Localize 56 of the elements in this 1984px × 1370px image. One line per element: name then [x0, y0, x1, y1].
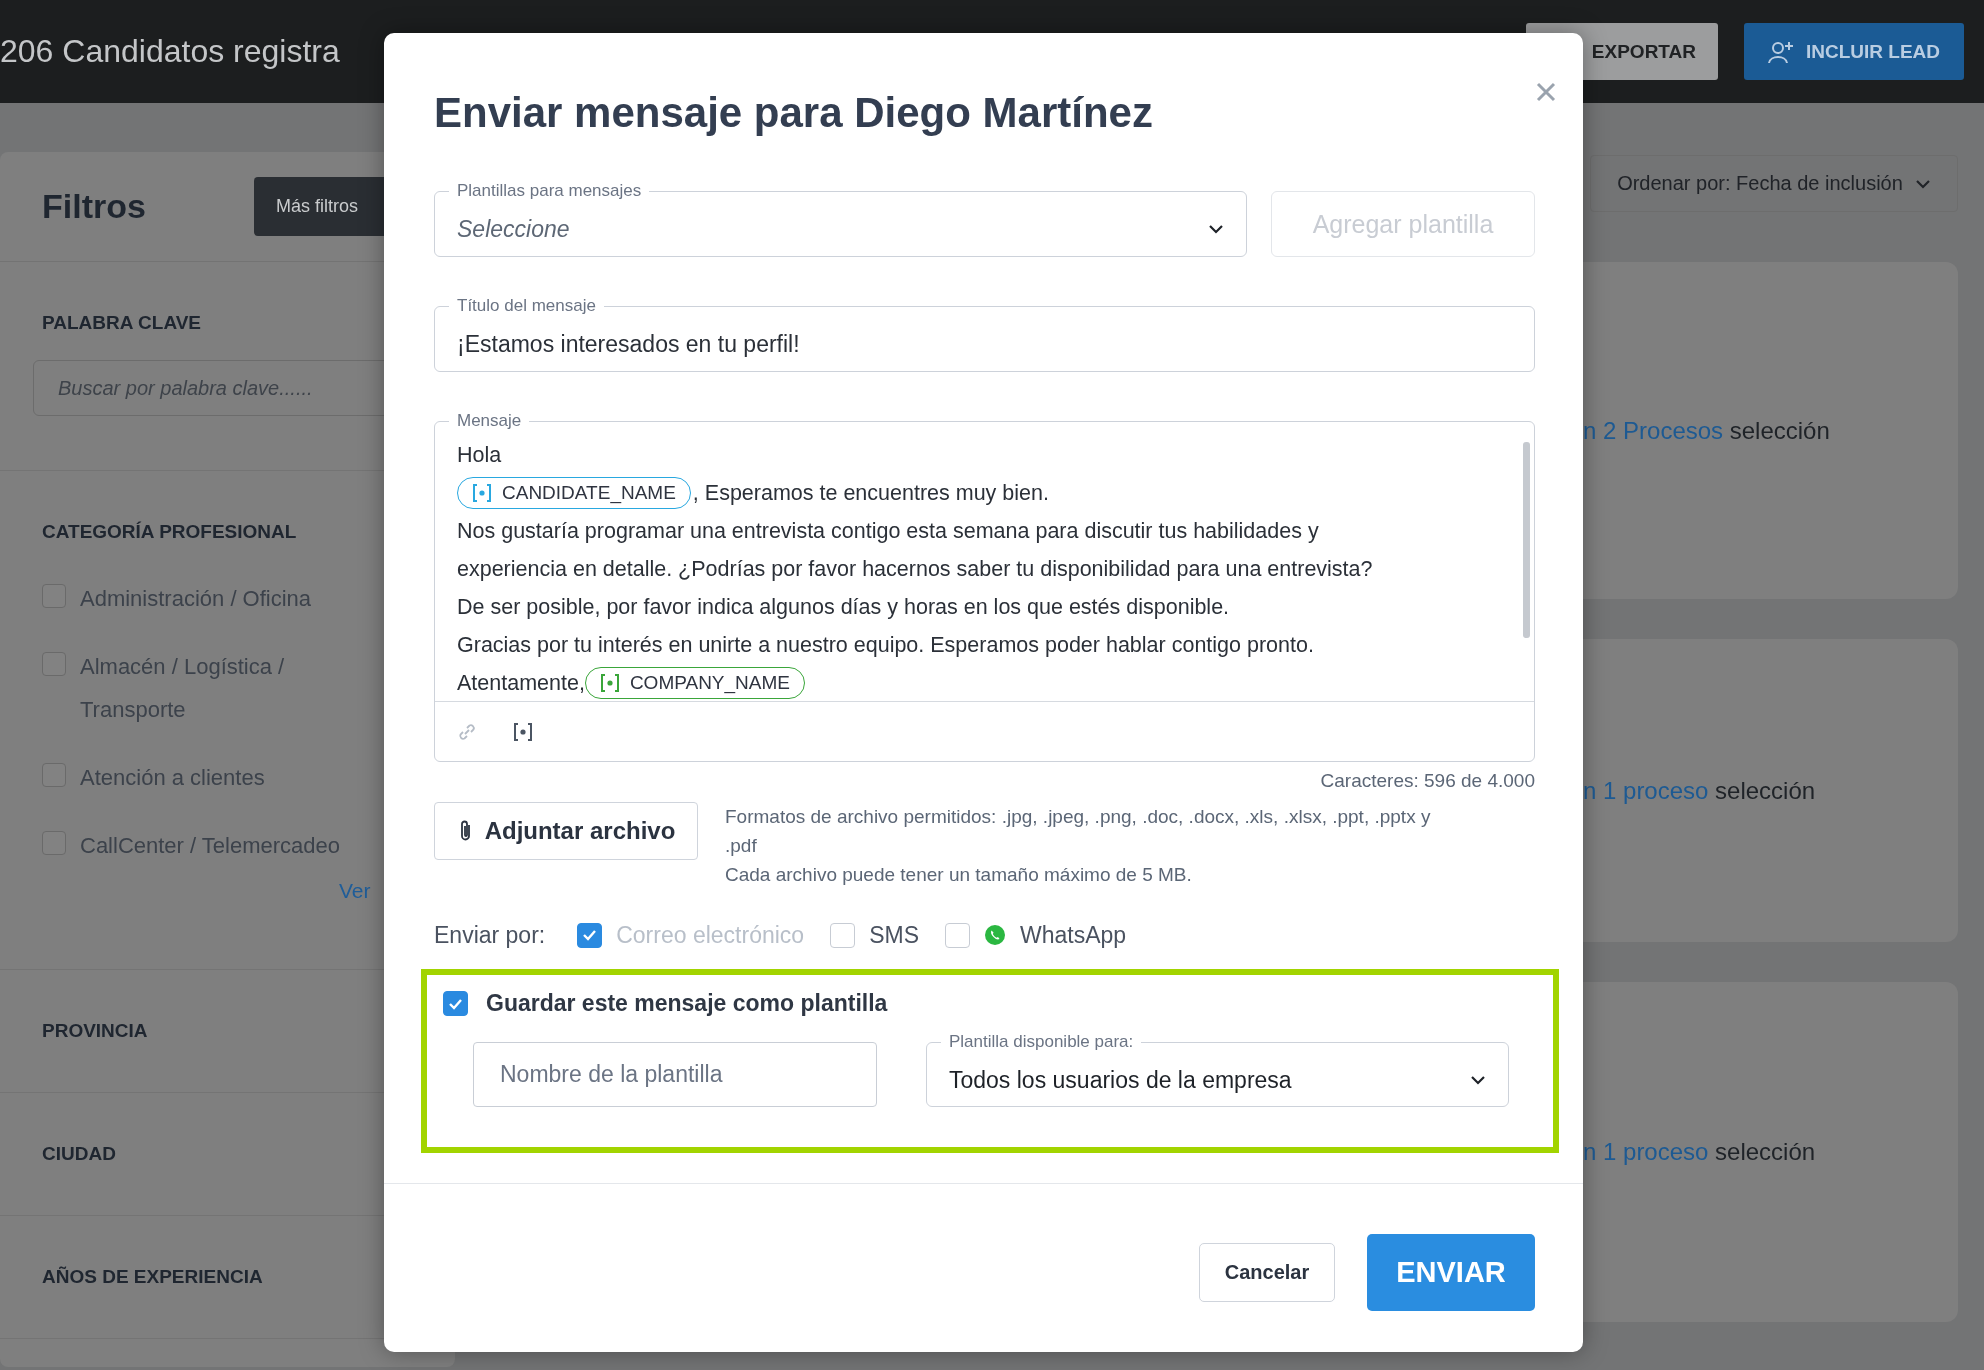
help-text: Cada archivo puede tener un tamaño máximo de 5 MB.	[725, 863, 1193, 887]
template-name-field[interactable]: Nombre de la plantilla	[473, 1042, 877, 1107]
message-text: Gracias por tu interés en unirte a nuestro equipo. Esperamos poder hablar contigo pronto.	[457, 632, 1314, 659]
checkbox[interactable]	[42, 652, 66, 676]
category-label: Administración / Oficina	[80, 585, 313, 613]
process-text: n 1 proceso selección	[1583, 776, 1816, 805]
message-text: Nos gustaría programar una entrevista contigo esta semana para discutir tus habilidades y	[457, 518, 1319, 545]
channel-label: WhatsApp	[1020, 921, 1127, 949]
save-template-label: Guardar este mensaje como plantilla	[486, 990, 888, 1017]
character-count: Caracteres: 596 de 4.000	[1319, 769, 1535, 793]
page-title: 206 Candidatos registra	[0, 33, 341, 70]
channel-label: SMS	[869, 921, 919, 949]
message-text: experiencia en detalle. ¿Podrías por favor hacernos saber tu disponibilidad para una entrevista?	[457, 556, 1373, 583]
process-text: n 2 Procesos selección	[1583, 416, 1830, 445]
send-button[interactable]: ENVIAR	[1367, 1234, 1535, 1311]
chevron-down-icon	[1208, 224, 1224, 234]
checkbox[interactable]	[42, 584, 66, 608]
dialog-title: Enviar mensaje para Diego Martínez	[434, 88, 1154, 138]
field-label: Título del mensaje	[456, 295, 597, 317]
category-label: Atención a clientes	[80, 764, 266, 792]
checkbox[interactable]	[443, 991, 468, 1016]
field-label: Mensaje	[456, 410, 523, 432]
person-add-icon	[1767, 39, 1794, 64]
sort-dropdown[interactable]: Ordenar por: Fecha de inclusión	[1590, 155, 1958, 212]
variable-icon	[599, 673, 620, 693]
category-label: Almacén / Logística / Transporte	[80, 653, 286, 724]
message-text: De ser posible, por favor indica algunos días y horas en los que estés disponible.	[457, 594, 1230, 621]
section-heading: PROVINCIA	[42, 1020, 148, 1042]
message-title-input[interactable]: ¡Estamos interesados en tu perfil!	[457, 317, 1512, 371]
variable-icon	[472, 483, 492, 503]
chevron-down-icon	[1914, 178, 1931, 189]
panel-title: Filtros	[42, 187, 147, 226]
link-icon	[457, 721, 477, 742]
cancel-button[interactable]: Cancelar	[1199, 1243, 1335, 1302]
channel-label: Correo electrónico	[616, 921, 805, 949]
section-heading: CATEGORÍA PROFESIONAL	[42, 521, 298, 543]
field-label: Plantillas para mensajes	[456, 180, 643, 202]
whatsapp-icon	[984, 924, 1006, 946]
message-text: Hola	[457, 442, 502, 469]
message-text: Atentamente,	[457, 670, 585, 697]
checkbox[interactable]	[42, 831, 66, 855]
message-text: , Esperamos te encuentres muy bien.	[692, 480, 1049, 507]
help-text: Formatos de archivo permitidos: .jpg, .jpeg, .png, .doc, .docx, .xls, .xlsx, .ppt, .pptx y .pdf	[725, 805, 1432, 858]
chevron-down-icon	[1470, 1075, 1486, 1085]
process-text: n 1 proceso selección	[1583, 1138, 1816, 1166]
scrollbar[interactable]	[1523, 442, 1530, 638]
variable-icon	[513, 721, 533, 742]
section-heading: CIUDAD	[42, 1143, 116, 1165]
send-via-label: Enviar por:	[434, 921, 546, 949]
checkbox[interactable]	[42, 763, 66, 787]
section-heading: PALABRA CLAVE	[42, 312, 203, 334]
add-lead-button[interactable]: INCLUIR LEAD	[1744, 23, 1964, 80]
category-label: CallCenter / Telemercadeo	[80, 832, 342, 860]
section-heading: AÑOS DE EXPERIENCIA	[42, 1266, 263, 1288]
field-label: Plantilla disponible para:	[948, 1031, 1135, 1053]
attach-file-button[interactable]: Adjuntar archivo	[434, 802, 698, 860]
